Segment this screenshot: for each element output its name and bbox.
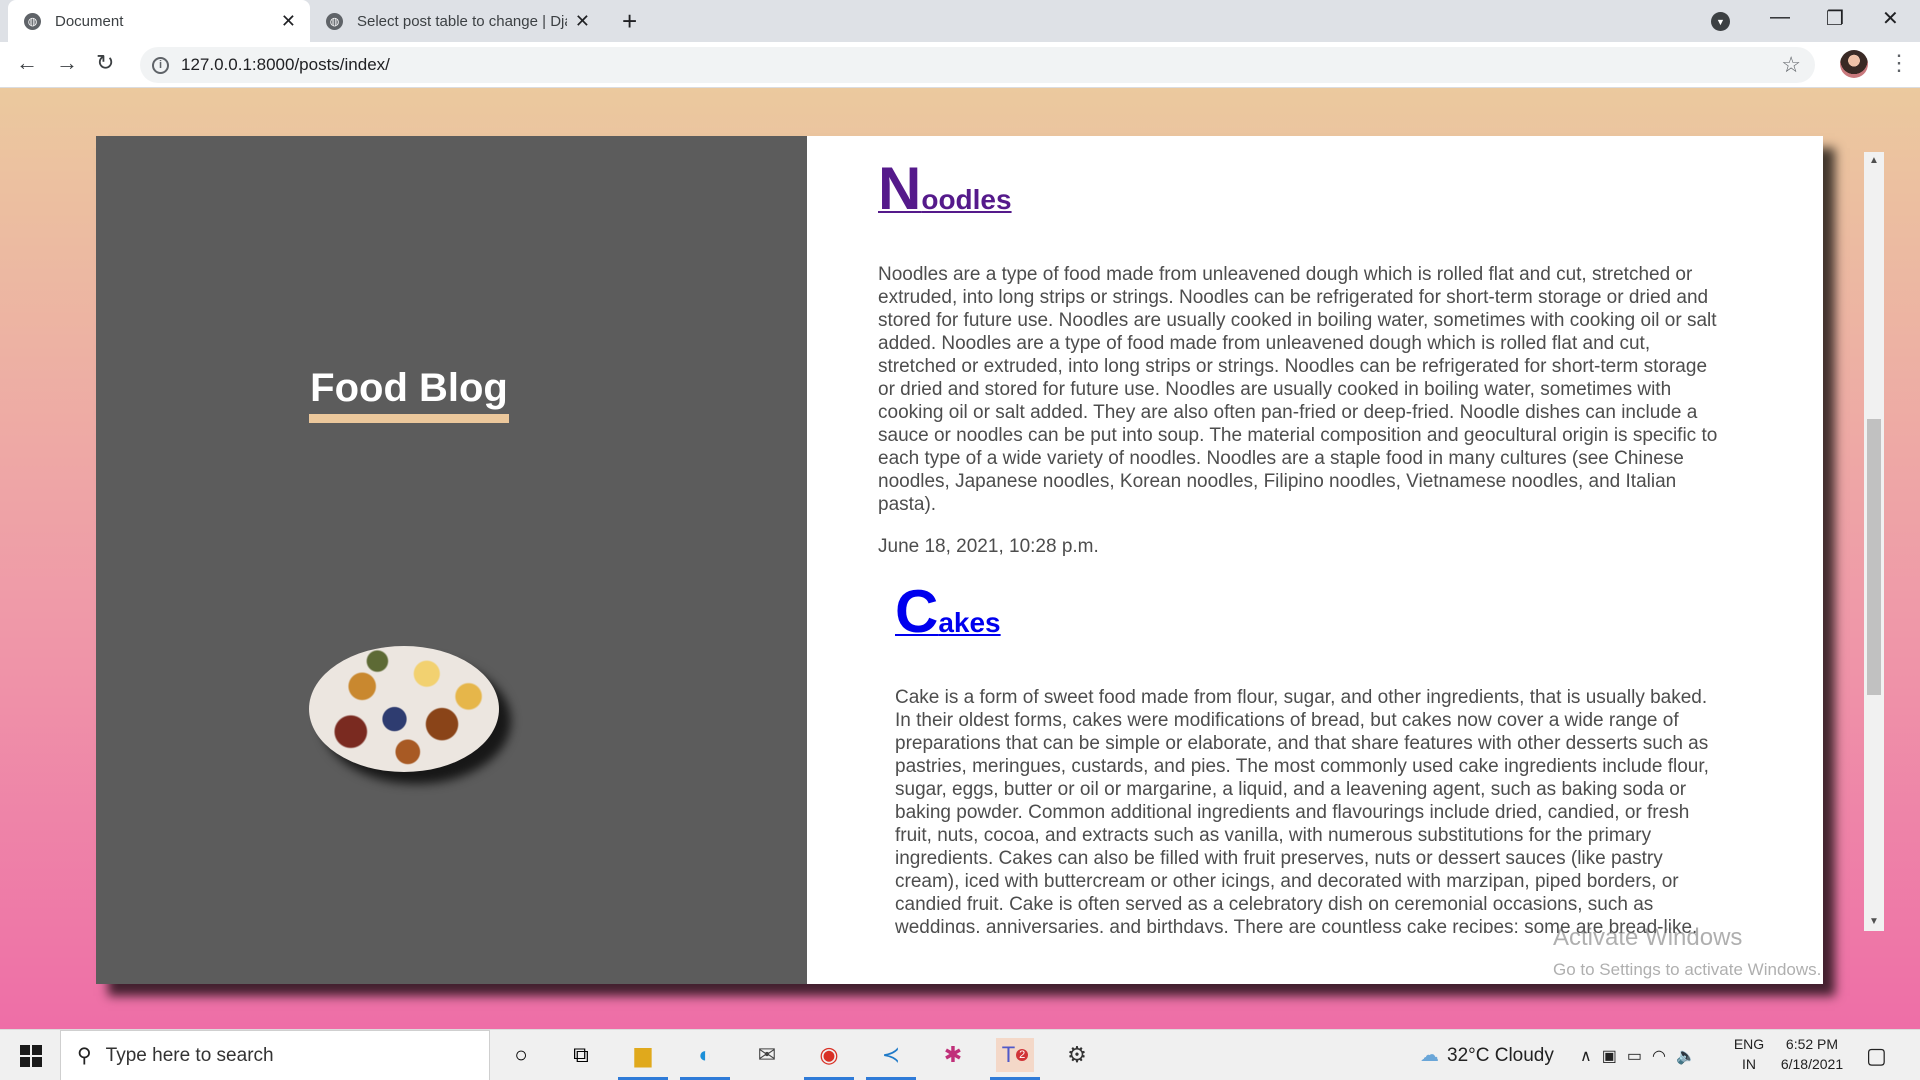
notification-icon[interactable]: ▢: [1866, 1030, 1887, 1080]
windows-start-icon[interactable]: [20, 1045, 42, 1067]
battery-icon[interactable]: ▭: [1627, 1046, 1642, 1066]
wifi-icon[interactable]: ◠: [1652, 1046, 1666, 1066]
bookmark-star-icon[interactable]: ☆: [1781, 52, 1801, 78]
volume-icon[interactable]: 🔈: [1676, 1046, 1696, 1066]
tab-document[interactable]: ◍ Document ✕: [8, 0, 310, 42]
browser-toolbar: ← → ↻ i 127.0.0.1:8000/posts/index/ ☆ ⋮: [0, 42, 1920, 88]
chevron-up-icon[interactable]: ∧: [1580, 1046, 1592, 1066]
vscode-icon[interactable]: ≺: [866, 1038, 916, 1080]
system-tray-icons[interactable]: ∧ ▣ ▭ ◠ 🔈: [1580, 1030, 1696, 1080]
tab-search-icon[interactable]: ▼: [1711, 12, 1730, 31]
cloud-icon: ☁: [1420, 1045, 1439, 1066]
globe-icon: ◍: [24, 12, 41, 30]
more-menu-icon[interactable]: ⋮: [1888, 50, 1910, 76]
taskbar-search[interactable]: ⚲ Type here to search: [60, 1030, 490, 1080]
blog-card: Food Blog Noodles Noodles are a type of …: [96, 136, 1884, 984]
edge-icon[interactable]: ◐: [680, 1038, 730, 1080]
tab-title: Select post table to change | Django: [357, 12, 567, 30]
close-window-icon[interactable]: ✕: [1882, 6, 1899, 31]
meet-now-icon[interactable]: ▣: [1602, 1046, 1617, 1066]
settings-gear-icon[interactable]: ⚙: [1058, 1038, 1096, 1072]
clock-time: 6:52 PM: [1785, 1036, 1839, 1052]
blog-sidebar: Food Blog: [96, 136, 807, 984]
minimize-icon[interactable]: —: [1770, 6, 1790, 29]
watermark-subtext: Go to Settings to activate Windows.: [1553, 960, 1822, 979]
url-text: 127.0.0.1:8000/posts/index/: [181, 55, 390, 74]
info-icon[interactable]: i: [152, 56, 169, 74]
post-body: Noodles are a type of food made from unl…: [878, 264, 1718, 515]
slack-icon[interactable]: ✱: [934, 1038, 972, 1072]
post-body: Cake is a form of sweet food made from f…: [895, 687, 1709, 933]
file-explorer-icon[interactable]: ▆: [618, 1038, 668, 1080]
mail-icon[interactable]: ✉: [748, 1038, 786, 1072]
post-date: June 18, 2021, 10:28 p.m.: [878, 536, 1099, 557]
teams-badge: 2: [1016, 1049, 1029, 1061]
back-icon[interactable]: ←: [16, 50, 38, 76]
restore-icon[interactable]: ❐: [1826, 6, 1844, 31]
posts-list: Noodles Noodles are a type of food made …: [807, 136, 1793, 933]
teams-icon[interactable]: T2: [990, 1038, 1040, 1080]
posts-panel: Noodles Noodles are a type of food made …: [807, 136, 1884, 984]
blog-title: Food Blog: [309, 366, 509, 423]
browser-tab-strip: ◍ Document ✕ ◍ Select post table to chan…: [0, 0, 1920, 42]
language-indicator[interactable]: ENG IN: [1732, 1036, 1766, 1072]
post-noodles: Noodles Noodles are a type of food made …: [878, 154, 1728, 558]
globe-icon: ◍: [326, 12, 343, 30]
clock-date: 6/18/2021: [1780, 1056, 1844, 1072]
search-icon: ⚲: [77, 1045, 92, 1067]
scroll-up-icon[interactable]: ▲: [1864, 152, 1884, 170]
address-bar[interactable]: i 127.0.0.1:8000/posts/index/ ☆: [140, 47, 1815, 83]
search-placeholder: Type here to search: [105, 1044, 274, 1066]
region-code: IN: [1742, 1056, 1756, 1072]
profile-avatar[interactable]: [1840, 50, 1868, 78]
post-cakes: Cakes Cake is a form of sweet food made …: [895, 577, 1720, 933]
weather-widget[interactable]: ☁ 32°C Cloudy: [1420, 1030, 1554, 1080]
tab-django-admin[interactable]: ◍ Select post table to change | Django ✕: [310, 0, 604, 42]
clock[interactable]: 6:52 PM 6/18/2021: [1770, 1036, 1854, 1072]
cortana-icon[interactable]: ○: [502, 1038, 540, 1072]
post-title-link[interactable]: Cakes: [895, 577, 1001, 646]
language-code: ENG: [1733, 1036, 1765, 1052]
tab-title: Document: [55, 12, 124, 30]
posts-scrollbar[interactable]: ▲ ▼: [1864, 152, 1884, 931]
new-tab-button[interactable]: +: [622, 6, 637, 37]
reload-icon[interactable]: ↻: [96, 50, 114, 76]
activate-windows-watermark: Activate Windows Go to Settings to activ…: [1553, 924, 1821, 980]
food-image: [309, 646, 499, 772]
close-tab-icon[interactable]: ✕: [575, 11, 590, 32]
chrome-icon[interactable]: ◉: [804, 1038, 854, 1080]
windows-taskbar: ⚲ Type here to search ○ ⧉ ▆ ◐ ✉ ◉ ≺ ✱ T2…: [0, 1029, 1920, 1080]
scroll-down-icon[interactable]: ▼: [1864, 913, 1884, 931]
weather-text: 32°C Cloudy: [1447, 1044, 1554, 1066]
page-viewport: Food Blog Noodles Noodles are a type of …: [0, 88, 1920, 1029]
close-tab-icon[interactable]: ✕: [281, 11, 296, 32]
forward-icon[interactable]: →: [56, 50, 78, 76]
watermark-heading: Activate Windows: [1553, 924, 1743, 951]
task-view-icon[interactable]: ⧉: [562, 1038, 600, 1072]
post-title-link[interactable]: Noodles: [878, 154, 1012, 223]
scroll-thumb[interactable]: [1867, 419, 1881, 695]
